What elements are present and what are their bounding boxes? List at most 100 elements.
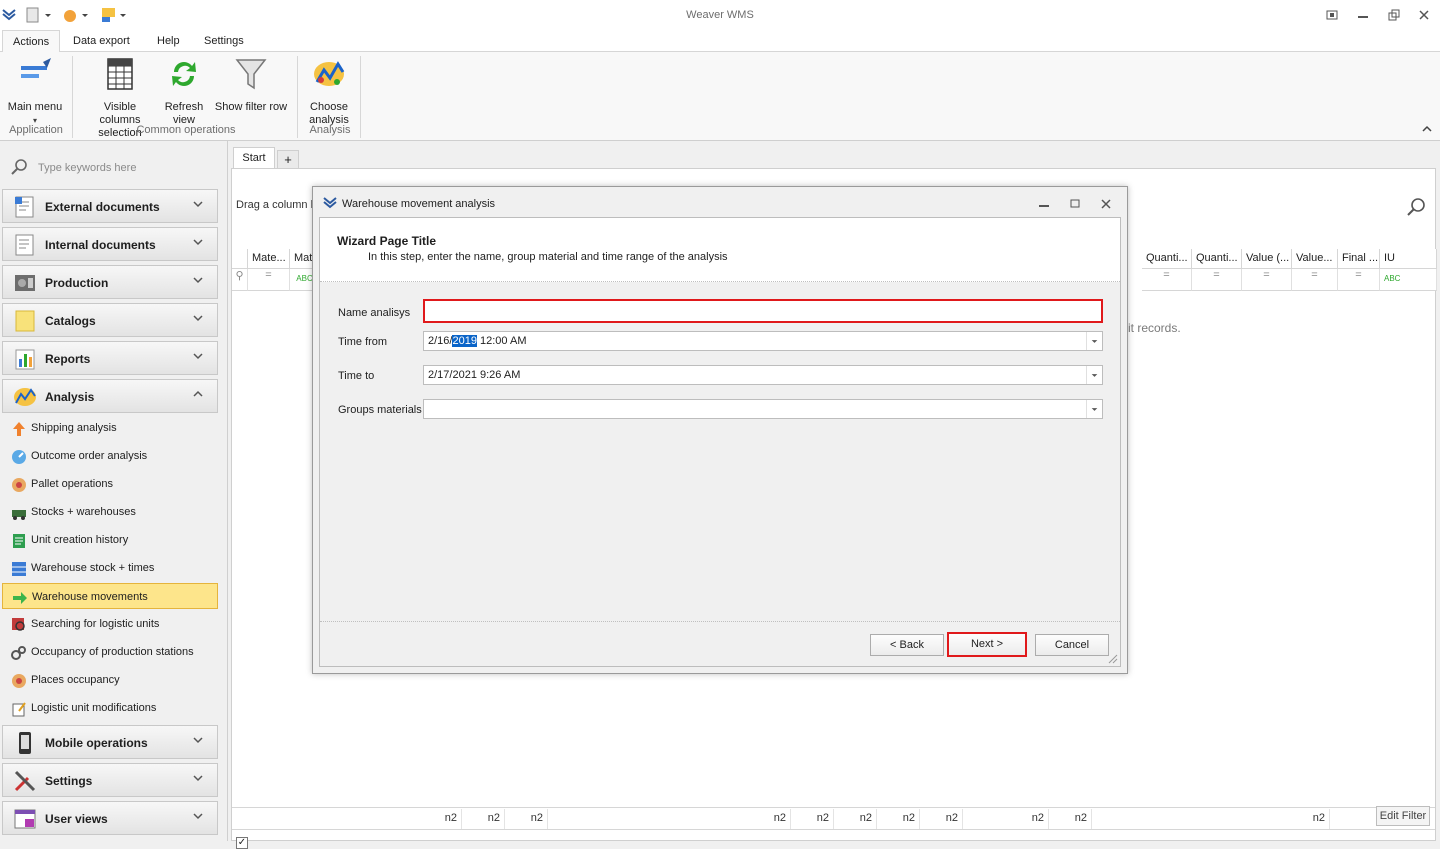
places-occupancy-icon: [12, 674, 26, 688]
production-machine-icon: [15, 275, 35, 291]
wizard-footer-divider: [320, 621, 1120, 622]
restore-icon[interactable]: [1386, 7, 1402, 23]
sidebar-item-shipping-analysis[interactable]: Shipping analysis: [2, 415, 218, 441]
column-header-value-2[interactable]: Value...: [1292, 249, 1338, 269]
sidebar-item-label: Warehouse stock + times: [31, 562, 155, 574]
sidebar-item-pallet-operations[interactable]: Pallet operations: [2, 471, 218, 497]
show-filter-row-button[interactable]: Show filter row: [212, 56, 290, 114]
footer-summary-cell: n2: [834, 809, 877, 829]
search-units-icon: [12, 618, 25, 631]
minimize-icon[interactable]: [1037, 197, 1051, 211]
nav-group-internal-documents[interactable]: Internal documents: [2, 227, 218, 261]
sidebar-item-label: Unit creation history: [31, 534, 129, 546]
name-analysis-input[interactable]: [423, 299, 1103, 323]
search-placeholder: Type keywords here: [38, 162, 137, 174]
no-records-message: it records.: [1128, 321, 1181, 335]
tab-actions[interactable]: Actions: [2, 30, 61, 53]
tab-settings[interactable]: Settings: [194, 30, 254, 53]
choose-analysis-label-1: Choose: [310, 101, 348, 113]
user-views-icon: [14, 809, 36, 829]
refresh-view-button[interactable]: Refresh view: [162, 56, 206, 127]
nav-group-user-views[interactable]: User views: [2, 801, 218, 835]
close-icon[interactable]: [1416, 7, 1432, 23]
chevron-down-icon[interactable]: [1086, 366, 1102, 384]
title-bar: Weaver WMS: [0, 0, 1440, 30]
sidebar-item-logistic-unit-modifications[interactable]: Logistic unit modifications: [2, 695, 218, 721]
main-menu-button[interactable]: Main menu ▾: [4, 56, 66, 127]
nav-group-label: Settings: [45, 774, 93, 788]
column-header-quantity-2[interactable]: Quanti...: [1192, 249, 1242, 269]
filter-cell[interactable]: =: [1242, 269, 1292, 291]
sidebar-item-outcome-order-analysis[interactable]: Outcome order analysis: [2, 443, 218, 469]
search-icon[interactable]: [1406, 197, 1426, 217]
cancel-button[interactable]: Cancel: [1035, 634, 1109, 656]
nav-group-analysis[interactable]: Analysis: [2, 379, 218, 413]
filter-text-icon[interactable]: ABC: [1380, 269, 1437, 291]
back-button[interactable]: < Back: [870, 634, 944, 656]
column-header-iu[interactable]: IU: [1380, 249, 1437, 269]
fullscreen-icon[interactable]: [1324, 7, 1340, 23]
minimize-icon[interactable]: [1355, 7, 1371, 23]
column-header-quantity-1[interactable]: Quanti...: [1142, 249, 1192, 269]
column-header-mate[interactable]: Mate...: [248, 249, 290, 269]
chevron-down-icon: [193, 201, 203, 208]
column-header-value-1[interactable]: Value (...: [1242, 249, 1292, 269]
warehouse-movement-analysis-dialog: Warehouse movement analysis Wizard Page …: [312, 186, 1128, 674]
refresh-icon: [172, 61, 196, 86]
sidebar-item-occupancy-production-stations[interactable]: Occupancy of production stations: [2, 639, 218, 665]
sidebar-search-box[interactable]: Type keywords here: [8, 157, 218, 179]
collapse-ribbon-icon[interactable]: [1422, 124, 1432, 134]
sidebar-item-searching-logistic-units[interactable]: Searching for logistic units: [2, 611, 218, 637]
next-button[interactable]: Next >: [947, 632, 1027, 657]
sidebar-item-places-occupancy[interactable]: Places occupancy: [2, 667, 218, 693]
chevron-down-icon: [193, 813, 203, 820]
reports-bar-chart-icon: [15, 349, 35, 370]
chevron-down-icon[interactable]: [1086, 332, 1102, 350]
nav-group-mobile-operations[interactable]: Mobile operations: [2, 725, 218, 759]
groups-materials-select[interactable]: [423, 399, 1103, 419]
nav-group-settings[interactable]: Settings: [2, 763, 218, 797]
sidebar-item-label: Warehouse movements: [32, 591, 148, 603]
gears-icon: [11, 646, 26, 660]
chevron-down-icon[interactable]: [1086, 400, 1102, 418]
nav-group-label: Analysis: [45, 390, 95, 404]
sidebar-item-warehouse-movements[interactable]: Warehouse movements: [2, 583, 218, 609]
filter-cell[interactable]: =: [1192, 269, 1242, 291]
choose-analysis-button[interactable]: Choose analysis: [302, 56, 356, 127]
maximize-icon[interactable]: [1068, 197, 1082, 211]
tab-data-export[interactable]: Data export: [63, 30, 140, 53]
main-menu-label: Main menu: [7, 101, 63, 113]
footer-summary-cell: n2: [791, 809, 834, 829]
column-header-final[interactable]: Final ...: [1338, 249, 1380, 269]
sidebar-item-warehouse-stock-times[interactable]: Warehouse stock + times: [2, 555, 218, 581]
chevron-up-icon: [193, 390, 203, 397]
close-icon[interactable]: [1099, 197, 1113, 211]
nav-group-label: Reports: [45, 352, 91, 366]
tab-start[interactable]: Start: [233, 147, 275, 169]
filter-cell[interactable]: =: [1292, 269, 1338, 291]
edit-filter-button[interactable]: Edit Filter: [1376, 806, 1430, 826]
nav-group-catalogs[interactable]: Catalogs: [2, 303, 218, 337]
filter-enabled-checkbox[interactable]: ✓: [236, 837, 248, 849]
nav-group-reports[interactable]: Reports: [2, 341, 218, 375]
resize-grip-icon[interactable]: [1108, 654, 1118, 664]
filter-cell[interactable]: =: [248, 269, 290, 291]
ribbon-tabs: Actions Data export Help Settings: [0, 30, 1440, 53]
nav-group-external-documents[interactable]: External documents: [2, 189, 218, 223]
nav-group-label: User views: [45, 812, 108, 826]
time-to-input[interactable]: 2/17/2021 9:26 AM: [423, 365, 1103, 385]
add-tab-button[interactable]: +: [277, 150, 299, 169]
sidebar-item-label: Outcome order analysis: [31, 450, 148, 462]
sidebar-item-label: Stocks + warehouses: [31, 506, 136, 518]
time-from-input[interactable]: 2/16/2019 12:00 AM: [423, 331, 1103, 351]
nav-group-label: Mobile operations: [45, 736, 148, 750]
sidebar-item-stocks-warehouses[interactable]: Stocks + warehouses: [2, 499, 218, 525]
analysis-chart-icon: [14, 388, 36, 406]
sidebar-item-unit-creation-history[interactable]: Unit creation history: [2, 527, 218, 553]
filter-cell[interactable]: =: [1338, 269, 1380, 291]
nav-group-production[interactable]: Production: [2, 265, 218, 299]
groups-materials-label: Groups materials: [338, 404, 422, 416]
arrow-right-icon: [13, 592, 27, 604]
tab-help[interactable]: Help: [147, 30, 190, 53]
filter-cell[interactable]: =: [1142, 269, 1192, 291]
